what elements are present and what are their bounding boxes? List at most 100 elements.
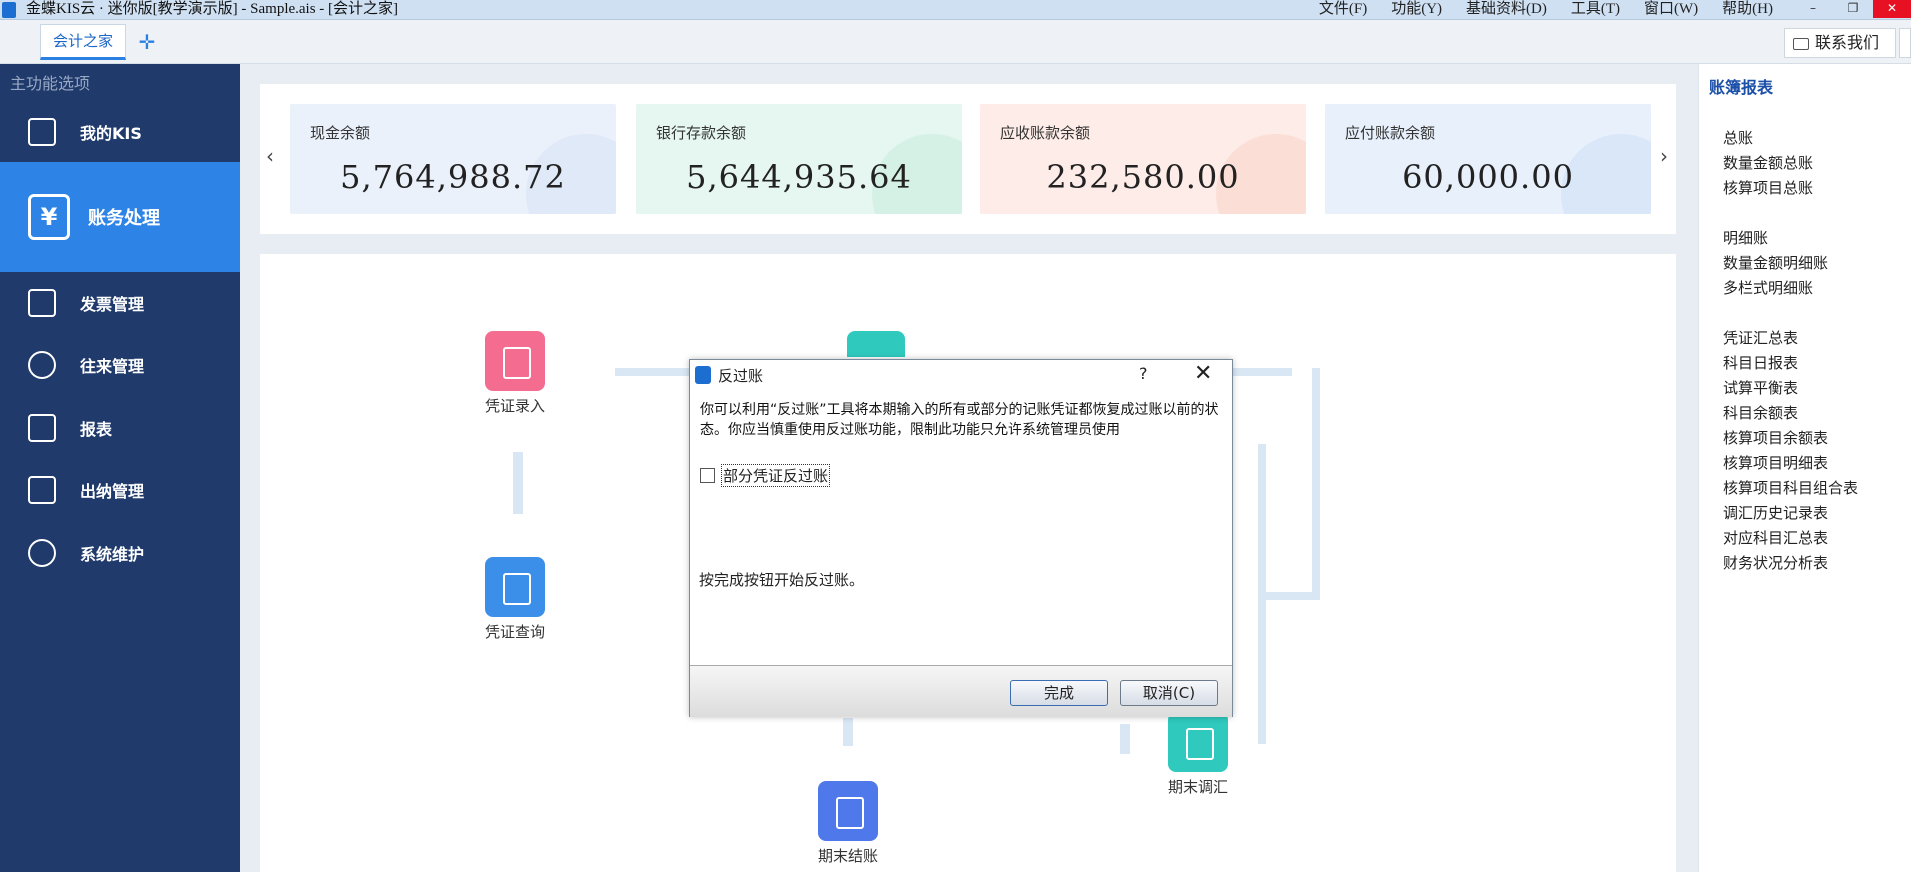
close-icon[interactable]: ✕ (1194, 361, 1212, 386)
card-value: 5,644,935.64 (686, 158, 912, 196)
cancel-button[interactable]: 取消(C) (1120, 680, 1218, 706)
help-icon[interactable]: ? (1139, 364, 1148, 383)
report-link-account-daily[interactable]: 科目日报表 (1723, 352, 1798, 373)
flow-arrow (513, 452, 523, 514)
card-value: 5,764,988.72 (340, 158, 566, 196)
flow-line (1312, 368, 1320, 598)
menu-function[interactable]: 功能(Y) (1379, 0, 1454, 20)
sidebar-item-invoice[interactable]: 发票管理 (0, 272, 240, 334)
voucher-query-node[interactable]: 凭证查询 (484, 557, 546, 642)
sidebar-header: 主功能选项 (10, 74, 91, 93)
title-bar: 金蝶KIS云 · 迷你版[教学演示版] - Sample.ais - [会计之家… (0, 0, 1911, 20)
app-logo-icon (2, 2, 16, 18)
flow-line (615, 368, 695, 376)
invoice-icon (28, 289, 56, 317)
menu-window[interactable]: 窗口(W) (1632, 0, 1710, 20)
report-link-contra-account-summary[interactable]: 对应科目汇总表 (1723, 527, 1828, 548)
report-link-account-balance[interactable]: 科目余额表 (1723, 402, 1798, 423)
sidebar-item-label: 我的KIS (80, 124, 142, 143)
report-link-item-ledger[interactable]: 核算项目总账 (1723, 177, 1813, 198)
report-link-trial-balance[interactable]: 试算平衡表 (1723, 377, 1798, 398)
flow-line (1232, 368, 1292, 376)
payable-balance-card[interactable]: 应付账款余额 60,000.00 (1325, 104, 1651, 214)
cash-icon (28, 476, 56, 504)
sidebar-item-transactions[interactable]: 往来管理 (0, 334, 240, 396)
card-caption: 银行存款余额 (656, 124, 747, 142)
yen-shield-icon: ¥ (28, 194, 70, 240)
next-arrow-icon[interactable]: › (1660, 144, 1668, 168)
sidebar-item-label: 出纳管理 (80, 482, 145, 501)
report-link-qty-amount-detail[interactable]: 数量金额明细账 (1723, 252, 1828, 273)
node-label: 期末结账 (817, 847, 878, 865)
menu-file[interactable]: 文件(F) (1307, 0, 1379, 20)
sidebar-item-label: 发票管理 (80, 295, 145, 314)
bank-balance-card[interactable]: 银行存款余额 5,644,935.64 (636, 104, 962, 214)
dialog-title-bar[interactable]: 反过账 ? ✕ (690, 360, 1232, 390)
exchange-icon (28, 351, 56, 379)
sidebar-item-my-kis[interactable]: 我的KIS (0, 101, 240, 163)
sidebar-item-cashier[interactable]: 出纳管理 (0, 459, 240, 521)
presentation-icon (28, 414, 56, 442)
report-link-multi-column-detail[interactable]: 多栏式明细账 (1723, 277, 1813, 298)
sidebar-item-accounting[interactable]: ¥ 账务处理 (0, 162, 240, 272)
pin-icon[interactable] (1899, 28, 1911, 58)
sidebar: 主功能选项 我的KIS ¥ 账务处理 发票管理 往来管理 报表 出纳管理 系统维… (0, 64, 240, 872)
period-close-icon (818, 781, 878, 841)
menu-basic-data[interactable]: 基础资料(D) (1454, 0, 1559, 20)
card-caption: 应付账款余额 (1345, 124, 1436, 142)
partial-unpost-checkbox[interactable]: 部分凭证反过账 (700, 464, 831, 487)
tab-accounting-home[interactable]: 会计之家 (40, 24, 126, 60)
card-caption: 现金余额 (310, 124, 371, 142)
sidebar-item-label: 往来管理 (80, 357, 145, 376)
chat-icon (1793, 37, 1809, 50)
report-link-detail-ledger[interactable]: 明细账 (1723, 227, 1768, 248)
dialog-hint: 按完成按钮开始反过账。 (699, 571, 865, 589)
contact-us-button[interactable]: 联系我们 (1784, 28, 1896, 58)
voucher-entry-node[interactable]: 凭证录入 (484, 331, 546, 416)
flow-arrow (843, 718, 853, 746)
card-value: 232,580.00 (1046, 158, 1240, 196)
add-tab-icon[interactable]: ✛ (136, 32, 158, 54)
report-link-general-ledger[interactable]: 总账 (1723, 127, 1753, 148)
report-link-financial-analysis[interactable]: 财务状况分析表 (1723, 552, 1828, 573)
window-controls: – ❐ ✕ (1793, 0, 1911, 20)
monitor-icon (28, 118, 56, 146)
cycle-icon (28, 539, 56, 567)
node-label: 凭证录入 (484, 397, 545, 415)
app-logo-icon (695, 366, 711, 384)
exchange-adjust-icon (1168, 712, 1228, 772)
sidebar-item-reports[interactable]: 报表 (0, 397, 240, 459)
receivable-balance-card[interactable]: 应收账款余额 232,580.00 (980, 104, 1306, 214)
restore-button[interactable]: ❐ (1833, 0, 1873, 18)
period-end-close-node[interactable]: 期末结账 (817, 781, 879, 866)
voucher-entry-icon (485, 331, 545, 391)
checkbox-label[interactable]: 部分凭证反过账 (721, 464, 831, 487)
report-link-item-account-combo[interactable]: 核算项目科目组合表 (1723, 477, 1858, 498)
report-link-qty-amount-ledger[interactable]: 数量金额总账 (1723, 152, 1813, 173)
menu-bar: 文件(F) 功能(Y) 基础资料(D) 工具(T) 窗口(W) 帮助(H) (1307, 0, 1785, 20)
partial-node-icon (847, 331, 905, 357)
dialog-title: 反过账 (718, 367, 764, 385)
close-window-button[interactable]: ✕ (1873, 0, 1911, 18)
report-link-item-detail[interactable]: 核算项目明细表 (1723, 452, 1828, 473)
menu-help[interactable]: 帮助(H) (1710, 0, 1785, 20)
card-caption: 应收账款余额 (1000, 124, 1091, 142)
menu-tools[interactable]: 工具(T) (1559, 0, 1632, 20)
flow-line (1258, 444, 1266, 744)
report-link-item-balance[interactable]: 核算项目余额表 (1723, 427, 1828, 448)
sidebar-item-label: 报表 (80, 420, 113, 439)
unpost-dialog: 反过账 ? ✕ 你可以利用“反过账”工具将本期输入的所有或部分的记账凭证都恢复成… (689, 359, 1233, 717)
sidebar-item-system[interactable]: 系统维护 (0, 522, 240, 584)
finish-button[interactable]: 完成 (1010, 680, 1108, 706)
report-link-voucher-summary[interactable]: 凭证汇总表 (1723, 327, 1798, 348)
report-link-exchange-history[interactable]: 调汇历史记录表 (1723, 502, 1828, 523)
voucher-query-icon (485, 557, 545, 617)
ledger-reports-title: 账簿报表 (1709, 78, 1774, 97)
prev-arrow-icon[interactable]: ‹ (266, 144, 274, 168)
node-label: 凭证查询 (484, 623, 545, 641)
sidebar-item-label: 系统维护 (80, 545, 145, 564)
checkbox-box[interactable] (700, 468, 715, 483)
minimize-button[interactable]: – (1793, 0, 1833, 18)
period-end-exchange-node[interactable]: 期末调汇 (1167, 712, 1229, 797)
cash-balance-card[interactable]: 现金余额 5,764,988.72 (290, 104, 616, 214)
